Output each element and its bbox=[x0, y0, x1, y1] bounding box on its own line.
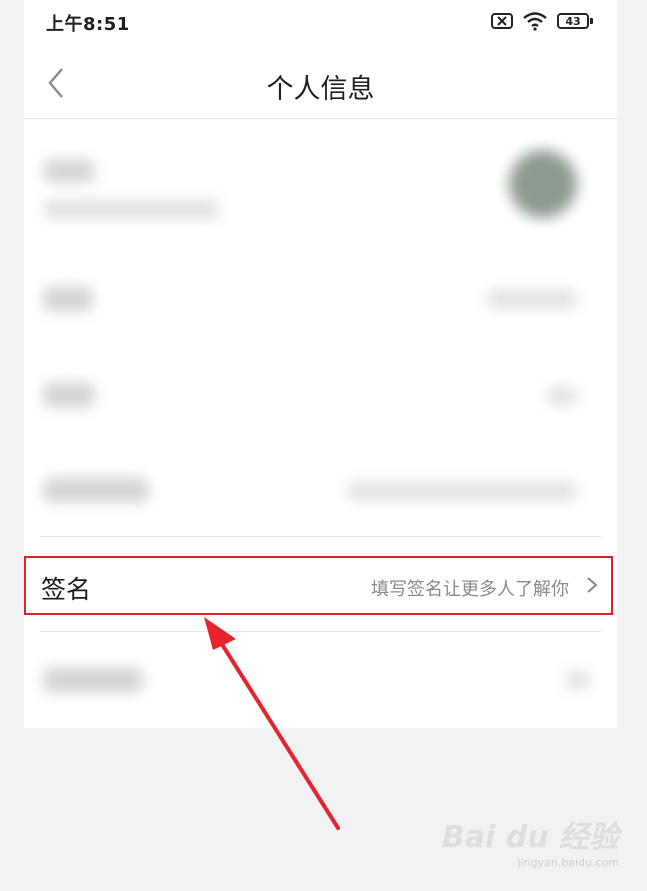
signature-hint: 填写签名让更多人了解你 bbox=[371, 579, 569, 600]
no-sim-icon bbox=[491, 13, 513, 29]
blurred-profile-rows bbox=[24, 125, 617, 537]
divider bbox=[40, 536, 601, 537]
signature-label: 签名 bbox=[41, 575, 92, 604]
signature-row[interactable]: 签名 填写签名让更多人了解你 bbox=[24, 556, 613, 615]
chevron-right-icon bbox=[587, 577, 598, 593]
status-time: 上午8:51 bbox=[46, 14, 130, 35]
watermark: Bai du 经验 jingyan.baidu.com bbox=[442, 812, 619, 869]
watermark-sub: jingyan.baidu.com bbox=[517, 856, 619, 869]
nav-bar: 个人信息 bbox=[24, 48, 617, 119]
blurred-row bbox=[24, 650, 617, 720]
divider bbox=[40, 631, 601, 632]
left-gray-margin bbox=[0, 0, 24, 891]
status-bar: 上午8:51 43 bbox=[24, 0, 617, 48]
battery-level: 43 bbox=[557, 13, 589, 29]
battery-icon: 43 bbox=[557, 13, 593, 29]
right-gray-margin bbox=[617, 0, 647, 891]
status-icons: 43 bbox=[491, 11, 593, 31]
watermark-main: Bai du 经验 bbox=[441, 820, 619, 855]
phone-screen: 上午8:51 43 个人信息 签名 填写签名让更多人了解你 bbox=[24, 0, 617, 891]
wifi-icon bbox=[523, 12, 547, 31]
avatar[interactable] bbox=[509, 150, 577, 218]
page-title: 个人信息 bbox=[266, 74, 375, 105]
